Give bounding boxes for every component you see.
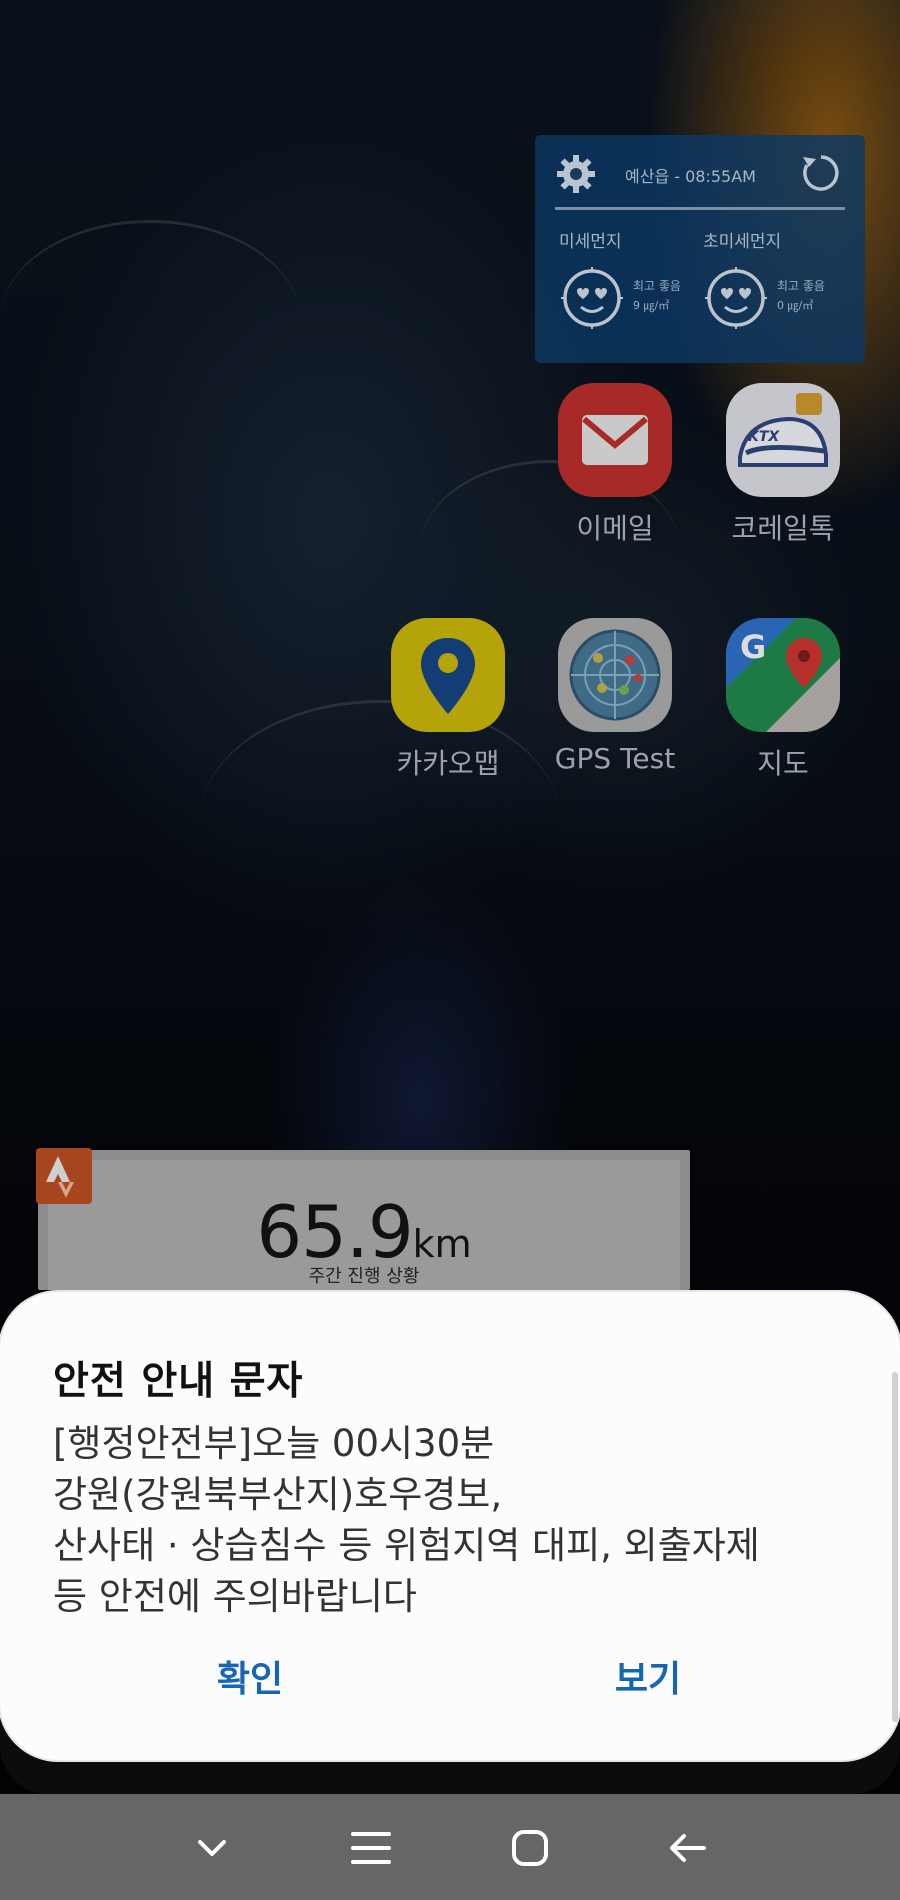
- app-label-google-maps: 지도: [757, 747, 809, 780]
- pm25-section: 초미세먼지 최고 좋음 0 ㎍/㎥: [703, 227, 853, 347]
- gear-icon[interactable]: [555, 153, 597, 195]
- kakao-map-pin-icon: [391, 618, 505, 732]
- dialog-message-line: [행정안전부]오늘 00시30분: [53, 1422, 495, 1465]
- pm25-value: 0 ㎍/㎥: [777, 299, 814, 312]
- ktx-train-icon: KTX: [726, 383, 840, 497]
- refresh-icon[interactable]: [799, 151, 843, 195]
- strava-widget-panel: 65.9km 주간 진행 상황: [48, 1160, 680, 1290]
- app-label-korail-talk: 코레일톡: [731, 512, 835, 545]
- pm10-value: 9 ㎍/㎥: [633, 299, 670, 312]
- dialog-message-line: 등 안전에 주의바랍니다: [53, 1575, 417, 1618]
- app-label-kakao-map: 카카오맵: [396, 747, 500, 780]
- view-button[interactable]: 보기: [548, 1648, 748, 1704]
- svg-text:KTX: KTX: [748, 429, 780, 445]
- air-widget-header: 예산읍 - 08:55AM: [535, 135, 865, 207]
- weekly-distance-unit: km: [412, 1222, 472, 1266]
- confirm-button[interactable]: 확인: [150, 1648, 350, 1704]
- dialog-title: 안전 안내 문자: [53, 1359, 304, 1404]
- home-icon[interactable]: [500, 1820, 560, 1876]
- app-google-maps[interactable]: G 지도: [708, 618, 858, 788]
- google-maps-icon: G: [726, 618, 840, 732]
- email-envelope-icon: [558, 383, 672, 497]
- air-quality-widget[interactable]: 예산읍 - 08:55AM 미세먼지 최고 좋음 9 ㎍/㎥ 초미세먼지 최고 …: [535, 135, 865, 363]
- dialog-scrollbar[interactable]: [892, 1372, 898, 1722]
- gps-radar-icon: [558, 618, 672, 732]
- pm25-label: 초미세먼지: [703, 232, 782, 252]
- app-kakao-map[interactable]: 카카오맵: [373, 618, 523, 788]
- strava-widget[interactable]: 65.9km 주간 진행 상황: [36, 1148, 690, 1290]
- back-icon[interactable]: [658, 1820, 718, 1876]
- pm25-status: 최고 좋음: [777, 279, 825, 293]
- air-widget-divider: [555, 207, 845, 210]
- app-gps-test[interactable]: GPS Test: [540, 618, 690, 788]
- app-label-email: 이메일: [576, 512, 654, 545]
- pm10-status: 최고 좋음: [633, 279, 681, 293]
- app-email[interactable]: 이메일: [540, 383, 690, 553]
- recent-apps-icon[interactable]: [341, 1820, 401, 1876]
- dialog-message: [행정안전부]오늘 00시30분 강원(강원북부산지)호우경보, 산사태 · 상…: [53, 1418, 853, 1622]
- heart-eyes-face-icon: [705, 267, 767, 329]
- app-label-gps-test: GPS Test: [554, 742, 676, 775]
- dialog-message-line: 강원(강원북부산지)호우경보,: [53, 1473, 503, 1516]
- dialog-message-line: 산사태 · 상습침수 등 위험지역 대피, 외출자제: [53, 1524, 760, 1567]
- chevron-down-icon[interactable]: [182, 1820, 242, 1876]
- navigation-bar: [0, 1794, 900, 1900]
- pm10-section: 미세먼지 최고 좋음 9 ㎍/㎥: [559, 227, 709, 347]
- strava-logo-icon: [36, 1148, 92, 1204]
- heart-eyes-face-icon: [561, 267, 623, 329]
- weekly-progress-caption: 주간 진행 상황: [308, 1266, 420, 1287]
- air-widget-title: 예산읍 - 08:55AM: [625, 167, 756, 186]
- svg-text:G: G: [740, 628, 766, 666]
- app-korail-talk[interactable]: KTX 코레일톡: [708, 383, 858, 553]
- pm10-label: 미세먼지: [559, 232, 622, 252]
